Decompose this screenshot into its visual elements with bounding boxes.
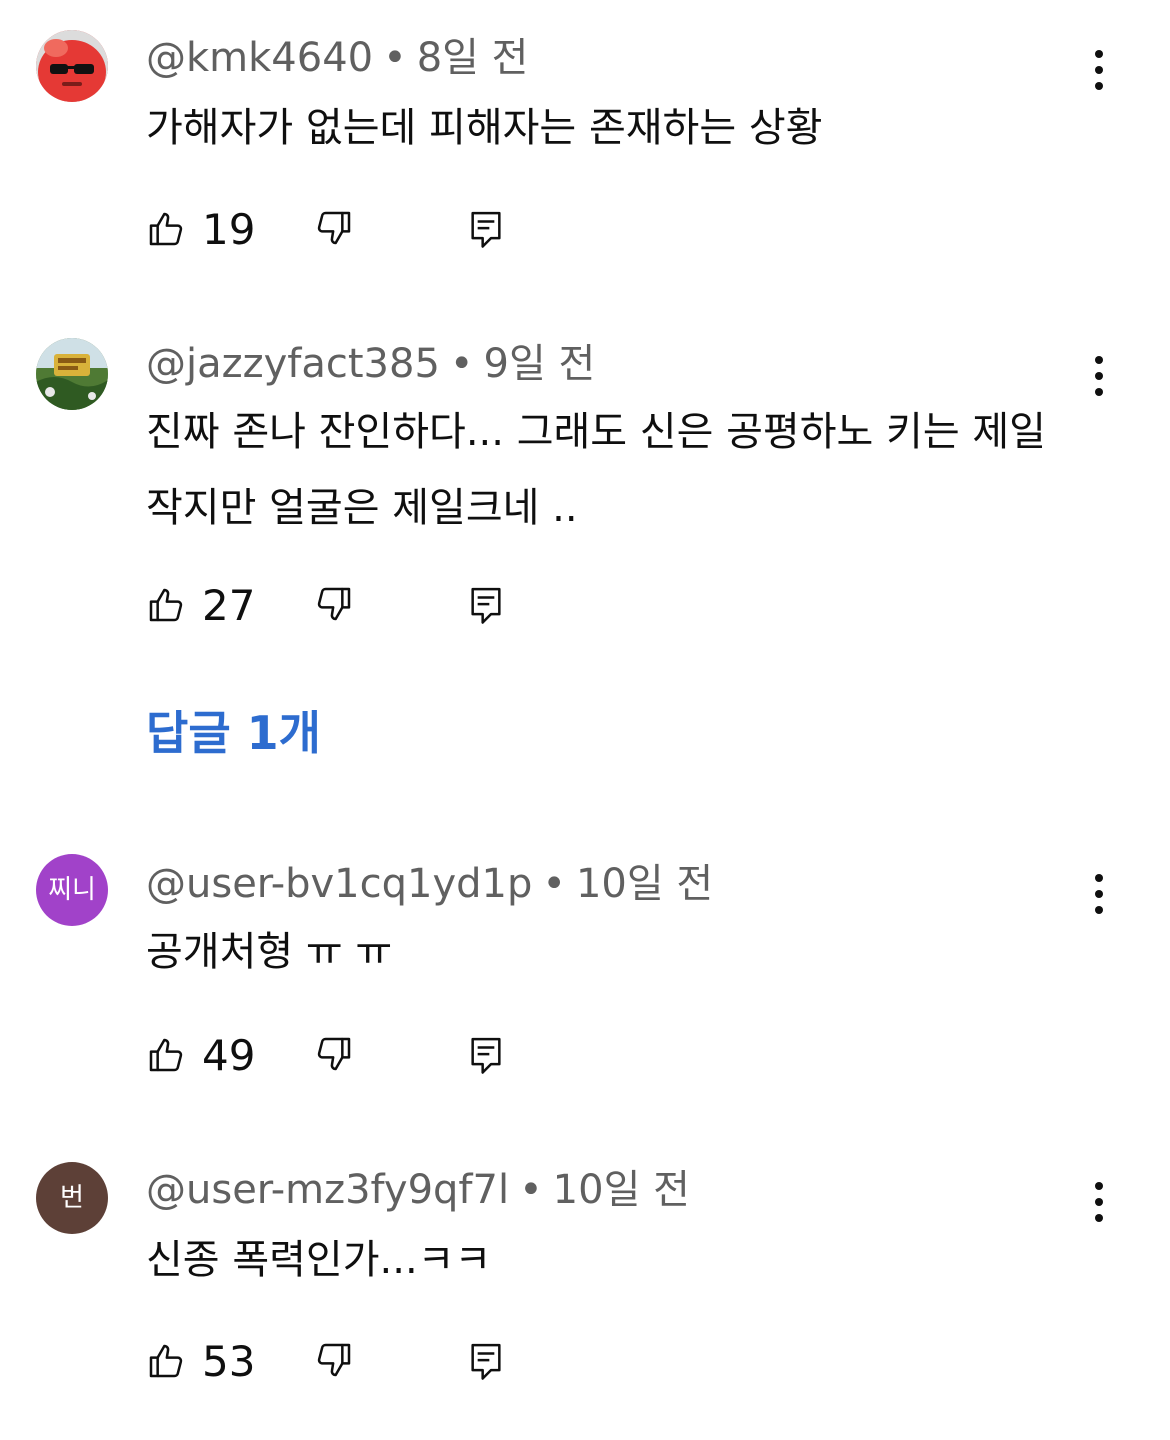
comment-author[interactable]: @user-mz3fy9qf7l [146, 1167, 509, 1213]
comment-time[interactable]: 10일 전 [553, 1167, 690, 1213]
reply-button[interactable] [466, 1034, 506, 1080]
reply-comment-icon [471, 1037, 501, 1074]
comment: 찌니 @user-bv1cq1yd1p • 10일 전 공개처형 ㅠ ㅠ 49 [0, 830, 1170, 1100]
comment: 번 @user-mz3fy9qf7l • 10일 전 신종 폭력인가...ㅋㅋ 53 [0, 1140, 1170, 1430]
thumb-up-icon [149, 212, 183, 246]
comment-text: 신종 폭력인가...ㅋㅋ [146, 1237, 492, 1283]
thumb-up-icon [149, 1344, 183, 1378]
like-count: 19 [202, 204, 256, 254]
reply-comment-icon [471, 1343, 501, 1380]
thumb-up-icon [149, 588, 183, 622]
avatar[interactable] [36, 30, 108, 102]
comment-meta: @user-bv1cq1yd1p • 10일 전 [146, 860, 713, 908]
reply-button[interactable] [466, 208, 506, 254]
comment-actions: 49 [146, 1030, 546, 1080]
dislike-button[interactable] [314, 1340, 354, 1384]
more-vertical-icon[interactable] [1082, 870, 1116, 918]
avatar[interactable]: 찌니 [36, 854, 108, 926]
comment-meta: @kmk4640 • 8일 전 [146, 34, 528, 82]
avatar-letter: 번 [60, 1183, 84, 1213]
like-count: 53 [202, 1336, 256, 1386]
reply-button[interactable] [466, 584, 506, 630]
thumb-down-icon [317, 211, 351, 245]
reply-comment-icon [471, 587, 501, 624]
dislike-button[interactable] [314, 584, 354, 628]
jazzy-landscape-avatar-icon [36, 338, 108, 410]
thumb-up-icon [149, 1038, 183, 1072]
comment-actions: 27 [146, 580, 546, 630]
comment-actions: 19 [146, 204, 546, 254]
comment-meta: @user-mz3fy9qf7l • 10일 전 [146, 1166, 690, 1214]
like-button[interactable]: 27 [146, 580, 255, 630]
avatar[interactable]: 번 [36, 1162, 108, 1234]
like-button[interactable]: 53 [146, 1336, 255, 1386]
view-replies-link[interactable]: 답글 1개 [146, 706, 321, 761]
more-vertical-icon[interactable] [1082, 1178, 1116, 1226]
comment-time[interactable]: 9일 전 [484, 341, 596, 387]
more-vertical-icon[interactable] [1082, 46, 1116, 94]
meta-separator: • [519, 1167, 543, 1213]
like-count: 49 [202, 1030, 256, 1080]
like-count: 27 [202, 580, 256, 630]
reply-comment-icon [471, 211, 501, 248]
avatar-letter: 찌니 [48, 875, 96, 905]
red-creature-avatar-icon [36, 30, 108, 102]
thumb-down-icon [317, 587, 351, 621]
comment-actions: 53 [146, 1336, 546, 1386]
comment-text: 가해자가 없는데 피해자는 존재하는 상황 [146, 105, 823, 151]
avatar[interactable] [36, 338, 108, 410]
thumb-down-icon [317, 1343, 351, 1377]
comment-author[interactable]: @user-bv1cq1yd1p [146, 861, 532, 907]
comment-text: 진짜 존나 잔인하다... 그래도 신은 공평하노 키는 제일 작지만 얼굴은 … [146, 409, 1046, 531]
comment: @kmk4640 • 8일 전 가해자가 없는데 피해자는 존재하는 상황 19 [0, 0, 1170, 290]
meta-separator: • [542, 861, 566, 907]
more-vertical-icon[interactable] [1082, 352, 1116, 400]
dislike-button[interactable] [314, 208, 354, 252]
like-button[interactable]: 49 [146, 1030, 255, 1080]
comment-author[interactable]: @jazzyfact385 [146, 341, 440, 387]
comment-text: 공개처형 ㅠ ㅠ [146, 929, 393, 975]
dislike-button[interactable] [314, 1034, 354, 1078]
comment-time[interactable]: 8일 전 [417, 35, 529, 81]
comment-meta: @jazzyfact385 • 9일 전 [146, 340, 595, 388]
comment-author[interactable]: @kmk4640 [146, 35, 373, 81]
comment-time[interactable]: 10일 전 [576, 861, 713, 907]
thumb-down-icon [317, 1037, 351, 1071]
meta-separator: • [449, 341, 474, 387]
meta-separator: • [383, 35, 407, 81]
reply-button[interactable] [466, 1340, 506, 1386]
like-button[interactable]: 19 [146, 204, 255, 254]
comment: @jazzyfact385 • 9일 전 진짜 존나 잔인하다... 그래도 신은 … [0, 300, 1170, 680]
